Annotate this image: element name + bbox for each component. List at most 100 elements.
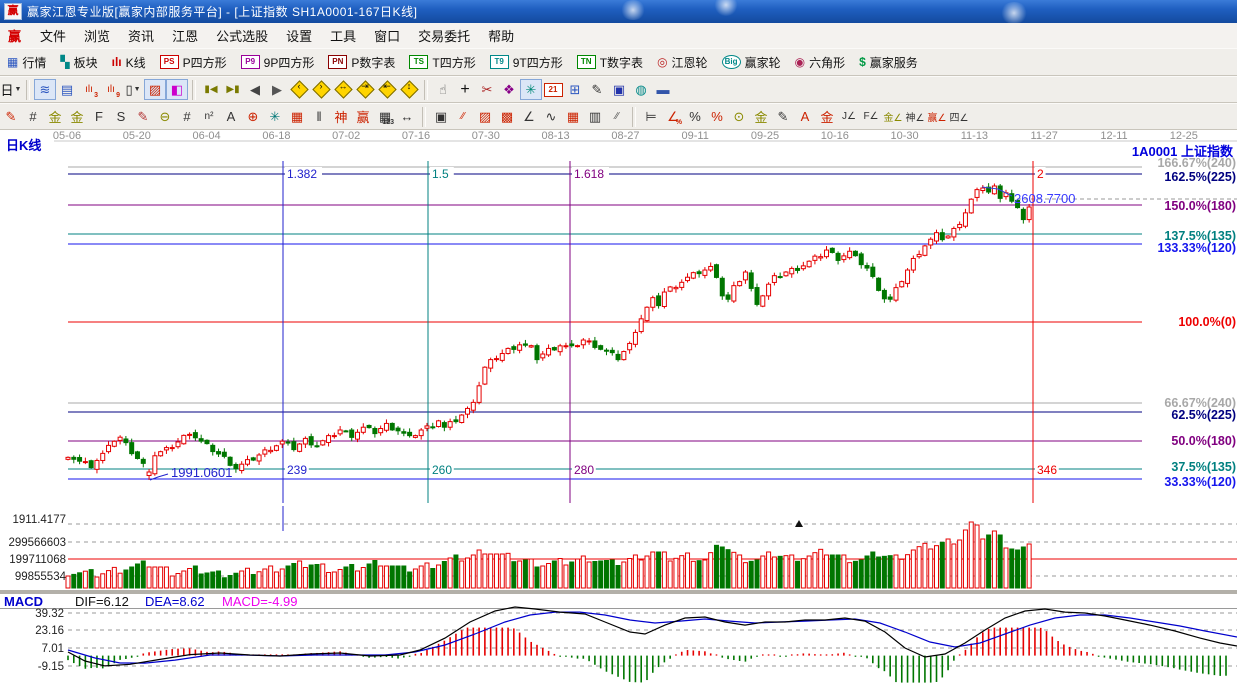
svg-text:33.33%(120): 33.33%(120) [1164,475,1236,489]
k-mark-icon[interactable]: ‖ [308,106,330,127]
t-square-button[interactable]: TST四方形 [403,52,481,73]
chart-area[interactable]: 05-0605-2006-0406-1807-0207-1607-3008-13… [0,130,1237,685]
menu-item-2[interactable]: 资讯 [119,23,163,48]
scroll-right-icon[interactable]: ▶ [266,79,288,100]
scroll-left-icon[interactable]: ◀ [244,79,266,100]
candlesticks[interactable] [66,183,1031,480]
t-table-button[interactable]: TNT数字表 [571,52,649,73]
hash-lines-icon[interactable]: # [176,106,198,127]
ying-tool-icon[interactable]: 赢 [352,106,374,127]
draw-pencil-icon[interactable]: ✎ [0,106,22,127]
candle-style-icon[interactable]: ▯▼ [122,79,144,100]
zoom-out-left-icon[interactable]: ‹ [288,79,310,100]
menu-item-5[interactable]: 设置 [277,23,321,48]
ruler-scale-icon[interactable]: ⊨ [640,106,662,127]
angle-lines-icon[interactable]: ∠ [518,106,540,127]
9t-square-button[interactable]: T99T四方形 [484,52,569,73]
j-angle-icon[interactable]: J∠ [838,106,860,127]
measure-pencil-icon[interactable]: ✎ [132,106,154,127]
smart-analysis-icon[interactable]: ✳ [520,79,542,100]
hand-tool-icon[interactable]: ☝ [432,79,454,100]
last-page-icon[interactable]: ▶▮ [222,79,244,100]
period-selector[interactable]: 日▼ [0,79,22,100]
gann-wheel-button[interactable]: ◎江恩轮 [651,52,714,73]
calendar-icon[interactable]: 21 [542,79,564,100]
compress-right-icon[interactable]: ⇥ [354,79,376,100]
network-icon[interactable]: ◍ [630,79,652,100]
save-icon[interactable]: ▣ [608,79,630,100]
first-page-icon[interactable]: ▮◀ [200,79,222,100]
menu-item-1[interactable]: 浏览 [75,23,119,48]
cut-tool-icon[interactable]: ✂ [476,79,498,100]
info-document-icon[interactable]: ▤ [56,79,78,100]
gold-underline-icon[interactable]: 金 [816,106,838,127]
menu-item-0[interactable]: 文件 [31,23,75,48]
fib-line-icon[interactable]: F [88,106,110,127]
width-arrows-icon[interactable]: ↔ [396,106,418,127]
shen-angle-icon[interactable]: 神∠ [904,106,926,127]
shen-tool-icon[interactable]: 神 [330,106,352,127]
spiral-icon[interactable]: S [110,106,132,127]
bars-9-icon[interactable]: ılı9 [100,79,122,100]
menu-item-9[interactable]: 帮助 [479,23,523,48]
grid-123-icon[interactable]: ▦123 [374,106,396,127]
grid-lines-icon[interactable]: # [22,106,44,127]
notes-icon[interactable]: ✎ [586,79,608,100]
toolbar-market: ▦行情▚板块ılıK线PSP四方形P99P四方形PNP数字表TST四方形T99T… [0,48,1237,76]
wave-a-icon[interactable]: A [794,106,816,127]
quotes-button[interactable]: ▦行情 [1,52,52,73]
profile-histogram-icon[interactable]: ◧ [166,79,188,100]
menu-item-6[interactable]: 工具 [321,23,365,48]
wave-tool-icon[interactable]: ∿ [540,106,562,127]
ink-pen-icon[interactable]: ✎ [772,106,794,127]
percent-angle-icon[interactable]: ∠% [662,106,684,127]
si-angle-icon[interactable]: 四∠ [948,106,970,127]
bars-3-icon[interactable]: ılı3 [78,79,100,100]
grid-net-icon[interactable]: ❖ [498,79,520,100]
menu-item-4[interactable]: 公式选股 [207,23,277,48]
hexagon-button[interactable]: ◉六角形 [789,52,852,73]
red-grid-icon[interactable]: ▦ [562,106,584,127]
menu-item-7[interactable]: 窗口 [365,23,409,48]
star-circle-icon[interactable]: ✳ [264,106,286,127]
p-table-button[interactable]: PNP数字表 [322,52,401,73]
trend-chart-icon[interactable]: ≋ [34,79,56,100]
menu-item-8[interactable]: 交易委托 [409,23,479,48]
n-square-icon[interactable]: n² [198,106,220,127]
sectors-button[interactable]: ▚板块 [54,52,103,73]
target-cross-icon[interactable]: ⊕ [242,106,264,127]
p-square-button[interactable]: PSP四方形 [154,52,233,73]
gold-angle-icon[interactable]: 金∠ [882,106,904,127]
winner-wheel-button[interactable]: Big赢家轮 [716,52,787,73]
black-grid-icon[interactable]: ▥ [584,106,606,127]
expand-horizontal-icon[interactable]: ↔ [332,79,354,100]
compress-left-icon[interactable]: ⇤ [376,79,398,100]
remote-service-icon[interactable]: ▬ [652,79,674,100]
calculator-icon[interactable]: ⊞ [564,79,586,100]
gold-ratio-line-icon[interactable]: 金 [44,106,66,127]
gold-circle-icon[interactable]: ⊙ [728,106,750,127]
expand-vertical-icon[interactable]: ↕ [398,79,420,100]
a-wave-icon[interactable]: A [220,106,242,127]
pattern-icon[interactable]: ▨ [144,79,166,100]
chart-canvas[interactable]: 05-0605-2006-0406-1807-0207-1607-3008-13… [0,130,1237,685]
percent-icon[interactable]: % [684,106,706,127]
gold-ratio-line2-icon[interactable]: 金 [66,106,88,127]
grid-box-icon[interactable]: ▩ [496,106,518,127]
f-angle-icon[interactable]: F∠ [860,106,882,127]
fan-box-icon[interactable]: ▨ [474,106,496,127]
gann-fan-icon[interactable]: ∕∕ [452,106,474,127]
percent-line-icon[interactable]: % [706,106,728,127]
menu-item-3[interactable]: 江恩 [163,23,207,48]
select-box-icon[interactable]: ▣ [430,106,452,127]
slash-lines-icon[interactable]: ∕∕ [606,106,628,127]
circle-cycle-icon[interactable]: ⊖ [154,106,176,127]
ying-angle-icon[interactable]: 赢∠ [926,106,948,127]
winner-service-button[interactable]: $赢家服务 [853,52,924,73]
crosshair-icon[interactable]: + [454,79,476,100]
zoom-in-right-icon[interactable]: › [310,79,332,100]
grid-circle-icon[interactable]: ▦ [286,106,308,127]
gold-lines-icon[interactable]: 金 [750,106,772,127]
9p-square-button[interactable]: P99P四方形 [235,52,321,73]
kline-button[interactable]: ılıK线 [106,52,152,73]
